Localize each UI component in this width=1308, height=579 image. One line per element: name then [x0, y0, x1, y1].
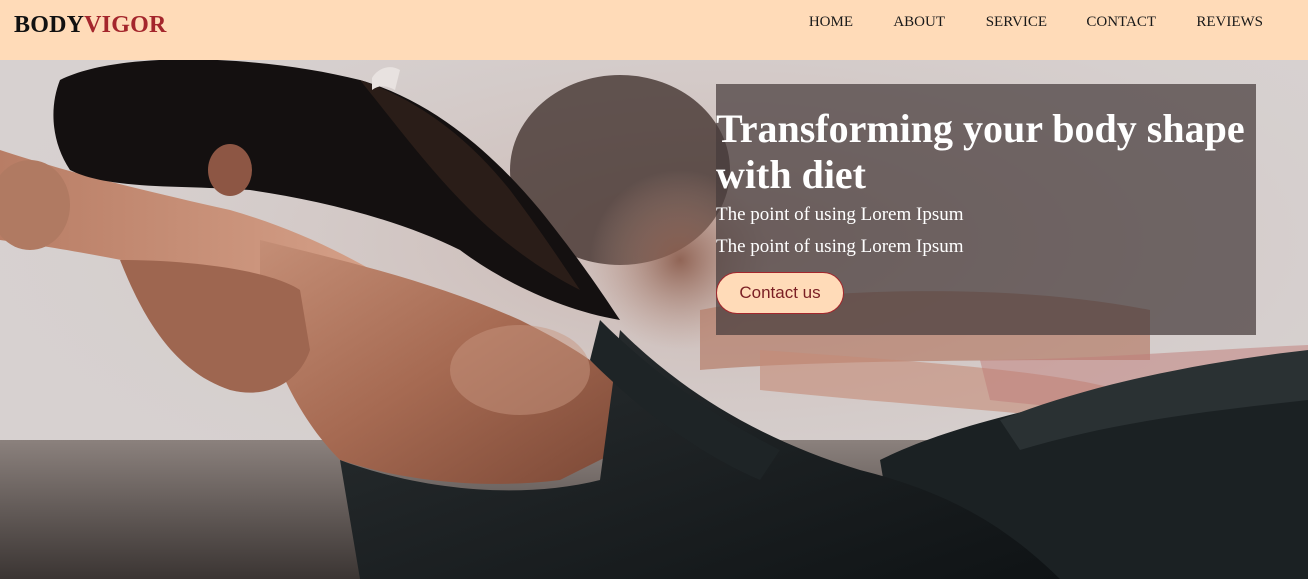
nav-link-about[interactable]: ABOUT [893, 14, 945, 31]
navbar: BODYVIGOR HOME ABOUT SERVICE CONTACT REV… [0, 0, 1308, 60]
brand-part-body: BODY [14, 12, 85, 38]
hero-headline: Transforming your body shape with diet [716, 106, 1245, 197]
nav-link-reviews[interactable]: REVIEWS [1196, 14, 1263, 31]
contact-us-button[interactable]: Contact us [716, 272, 844, 314]
nav-link-service[interactable]: SERVICE [986, 14, 1047, 31]
nav-link-home[interactable]: HOME [809, 14, 853, 31]
hero-subtext-2: The point of using Lorem Ipsum [716, 236, 964, 257]
brand-part-vigor: VIGOR [84, 12, 167, 38]
hero-subtext-1: The point of using Lorem Ipsum [716, 204, 964, 225]
nav-link-contact[interactable]: CONTACT [1086, 14, 1156, 31]
brand-logo[interactable]: BODYVIGOR [14, 12, 166, 39]
hero-overlay-card: Transforming your body shape with diet T… [716, 84, 1256, 335]
page: BODYVIGOR HOME ABOUT SERVICE CONTACT REV… [0, 0, 1308, 579]
